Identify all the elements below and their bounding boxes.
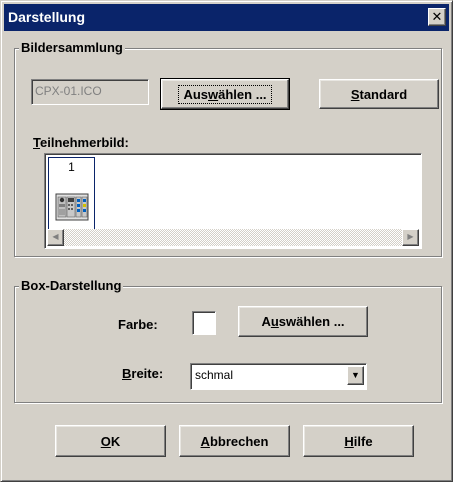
teilnehmerbild-list[interactable]: 1 ◀ ▶: [44, 153, 422, 249]
standard-button[interactable]: Standard: [319, 79, 439, 109]
scroll-left-icon: ◀: [52, 232, 59, 241]
horizontal-scrollbar[interactable]: ◀ ▶: [47, 229, 419, 246]
ok-button[interactable]: OK: [55, 425, 166, 457]
standard-button-label: Standard: [350, 86, 408, 102]
select-image-button-label: Auswählen ...: [178, 84, 272, 104]
title-bar[interactable]: Darstellung ✕: [4, 4, 449, 31]
close-button[interactable]: ✕: [428, 8, 446, 26]
breite-select[interactable]: schmal ▼: [190, 363, 367, 390]
image-file-value: CPX-01.ICO: [35, 84, 102, 98]
help-button-label: Hilfe: [344, 433, 373, 449]
teilnehmerbild-label: Teilnehmerbild:: [33, 135, 129, 150]
darstellung-dialog: Darstellung ✕ Bildersammlung CPX-01.ICO …: [0, 0, 453, 482]
close-icon: ✕: [431, 9, 443, 24]
color-swatch: [192, 311, 216, 335]
list-item[interactable]: 1: [48, 157, 95, 232]
chevron-down-icon: ▼: [351, 370, 360, 380]
bildersammlung-group: Bildersammlung CPX-01.ICO Auswählen ... …: [14, 40, 442, 257]
cancel-button-label: Abbrechen: [200, 433, 269, 449]
device-module-icon: [55, 191, 89, 223]
select-color-button[interactable]: Auswählen ...: [238, 306, 368, 337]
bildersammlung-group-label: Bildersammlung: [19, 40, 125, 55]
breite-select-value: schmal: [195, 368, 234, 382]
select-image-button[interactable]: Auswählen ...: [160, 78, 290, 110]
help-button[interactable]: Hilfe: [303, 425, 414, 457]
list-item-number: 1: [68, 160, 75, 174]
scroll-right-icon: ▶: [407, 232, 414, 241]
select-color-button-label: Auswählen ...: [261, 314, 345, 329]
window-title: Darstellung: [8, 9, 86, 25]
image-file-field: CPX-01.ICO: [31, 79, 149, 105]
farbe-label: Farbe:: [118, 317, 158, 332]
scroll-right-button[interactable]: ▶: [402, 229, 419, 246]
breite-dropdown-button[interactable]: ▼: [347, 366, 364, 385]
scroll-left-button[interactable]: ◀: [47, 229, 64, 246]
box-darstellung-group-label: Box-Darstellung: [19, 278, 124, 293]
box-darstellung-group: Box-Darstellung Farbe: Auswählen ... Bre…: [14, 278, 442, 403]
cancel-button[interactable]: Abbrechen: [179, 425, 290, 457]
ok-button-label: OK: [100, 433, 121, 449]
breite-label: Breite:: [122, 366, 164, 381]
